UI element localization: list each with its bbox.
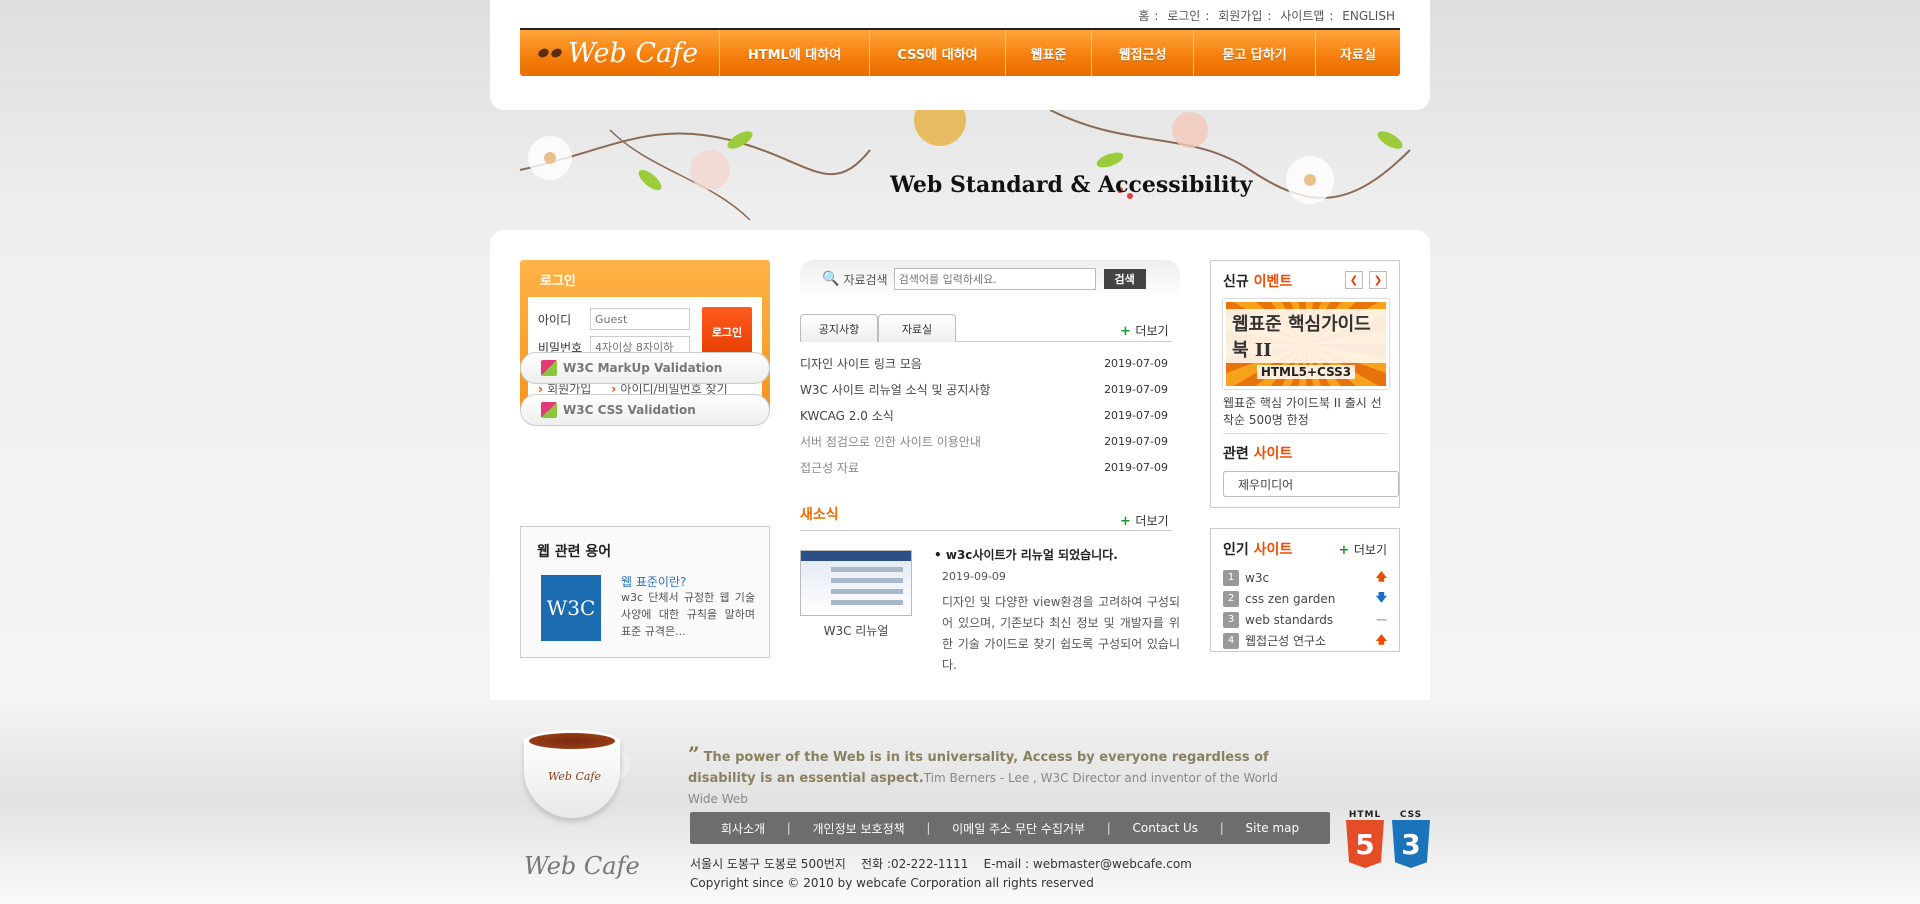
board-more-link[interactable]: 더보기 — [1120, 322, 1168, 339]
header: 홈: 로그인: 회원가입: 사이트맵: ENGLISH Web Cafe HTM… — [490, 0, 1430, 110]
util-home-link[interactable]: 홈 — [1138, 9, 1149, 23]
site-logo[interactable]: Web Cafe — [520, 30, 720, 76]
terms-item-title[interactable]: 웹 표준이란? — [621, 573, 686, 590]
nav-item-html[interactable]: HTML에 대하여 — [720, 30, 870, 76]
board-tabs: 공지사항 자료실 — [800, 314, 1172, 342]
footer-nav: 회사소개 | 개인정보 보호정책 | 이메일 주소 무단 수집거부 | Contact… — [690, 812, 1330, 844]
visual-banner: Web Standard & Accessibility — [490, 110, 1430, 230]
prev-arrow-icon[interactable]: ❮ — [1345, 271, 1363, 289]
tab-archive[interactable]: 자료실 — [878, 314, 956, 342]
main-nav: Web Cafe HTML에 대하여 CSS에 대하여 웹표준 웹접근성 묻고 … — [520, 28, 1400, 76]
util-english-link[interactable]: ENGLISH — [1342, 9, 1395, 23]
terms-item-desc: w3c 단체서 규정한 웹 기술 사양에 대한 규칙을 말하며 표준 규격은..… — [621, 591, 755, 638]
popular-more-link[interactable]: 더보기 — [1338, 541, 1387, 558]
divider — [800, 530, 1172, 531]
w3c-markup-validation-button[interactable]: W3C MarkUp Validation — [520, 352, 770, 384]
trend-up-icon: 🡅 — [1375, 633, 1387, 646]
id-label: 아이디 — [538, 312, 572, 327]
nav-item-web-standard[interactable]: 웹표준 — [1006, 30, 1092, 76]
util-join-link[interactable]: 회원가입 — [1218, 9, 1262, 23]
news-headline[interactable]: w3c사이트가 리뉴얼 되었습니다. — [934, 546, 1118, 563]
footer-logo[interactable]: Web Cafe — [524, 852, 640, 880]
coffee-bean-icon — [549, 47, 564, 59]
list-item[interactable]: W3C 사이트 리뉴얼 소식 및 공지사항 2019-07-09 — [800, 376, 1168, 402]
news-date: 2019-09-09 — [942, 570, 1006, 583]
search-icon: 🔍 — [822, 271, 840, 287]
divider — [1223, 433, 1387, 434]
coffee-cup-image: Web Cafe — [524, 730, 630, 820]
footer-link-contact[interactable]: Contact Us — [1133, 821, 1199, 835]
news-desc: 디자인 및 다양한 view환경을 고려하여 구성되어 있으며, 기존보다 최신… — [942, 595, 1180, 672]
list-item[interactable]: 3 web standards — — [1223, 609, 1387, 630]
list-item[interactable]: 디자인 사이트 링크 모음 2019-07-09 — [800, 350, 1168, 376]
cube-icon — [541, 360, 557, 376]
footer-link-privacy[interactable]: 개인정보 보호정책 — [813, 820, 905, 837]
nav-item-css[interactable]: CSS에 대하여 — [870, 30, 1006, 76]
nav-item-qna[interactable]: 묻고 답하기 — [1194, 30, 1316, 76]
search-bar: 🔍 자료검색 검색 — [800, 260, 1180, 298]
list-item[interactable]: 2 css zen garden 🡇 — [1223, 588, 1387, 609]
terms-title: 웹 관련 용어 — [537, 544, 612, 560]
popular-sites-box: 인기 사이트 더보기 1w3c🡅 2css zen garden🡇 3web s… — [1210, 528, 1400, 652]
login-box: 로그인 아이디 비밀번호 로그인 회원가입 아이디/비밀번호 찾기 — [520, 260, 770, 412]
list-item[interactable]: 4 웹접근성 연구소 🡅 — [1223, 630, 1387, 651]
floral-decoration — [519, 110, 1411, 221]
news-more-link[interactable]: 더보기 — [1120, 512, 1168, 529]
search-input[interactable] — [893, 268, 1096, 290]
util-sitemap-link[interactable]: 사이트맵 — [1280, 9, 1324, 23]
web-terms-box: 웹 관련 용어 W3C 웹 표준이란? w3c 단체서 규정한 웹 기술 사양에… — [520, 526, 770, 658]
login-title: 로그인 — [540, 274, 576, 289]
search-button[interactable]: 검색 — [1103, 269, 1146, 289]
nav-item-archive[interactable]: 자료실 — [1316, 30, 1400, 76]
footer-link-sitemap[interactable]: Site map — [1246, 821, 1300, 835]
trend-same-icon: — — [1376, 613, 1387, 626]
nav-item-accessibility[interactable]: 웹접근성 — [1092, 30, 1194, 76]
list-item[interactable]: 서버 점검으로 인한 사이트 이용안내 2019-07-09 — [800, 428, 1168, 454]
coffee-bean-icon — [536, 47, 551, 59]
login-form: 아이디 비밀번호 로그인 회원가입 아이디/비밀번호 찾기 — [528, 297, 762, 405]
notice-list: 디자인 사이트 링크 모음 2019-07-09 W3C 사이트 리뉴얼 소식 및… — [800, 350, 1168, 480]
visual-title: Web Standard & Accessibility — [890, 172, 1253, 198]
w3c-css-validation-button[interactable]: W3C CSS Validation — [520, 394, 770, 426]
next-arrow-icon[interactable]: ❯ — [1369, 271, 1387, 289]
footer-address: 서울시 도봉구 도봉로 500번지 전화 :02-222-1111 E-mail… — [690, 857, 1192, 890]
quote: ” The power of the Web is in its univers… — [688, 742, 1278, 806]
content-area: 로그인 아이디 비밀번호 로그인 회원가입 아이디/비밀번호 찾기 W3C Ma… — [490, 230, 1430, 700]
util-login-link[interactable]: 로그인 — [1167, 9, 1200, 23]
css3-badge: CSS 3 — [1392, 810, 1430, 868]
news-title: 새소식 — [800, 507, 839, 523]
event-caption[interactable]: 웹표준 핵심 가이드북 II 출시 선착순 500명 한정 — [1223, 395, 1389, 429]
related-sites-title: 관련 사이트 — [1223, 446, 1293, 462]
trend-up-icon: 🡅 — [1375, 570, 1387, 583]
list-item[interactable]: 1 w3c 🡅 — [1223, 567, 1387, 588]
news-thumb-caption[interactable]: W3C 리뉴얼 — [800, 622, 912, 639]
related-sites-select[interactable]: 제우미디어 — [1223, 471, 1399, 497]
list-item[interactable]: KWCAG 2.0 소식 2019-07-09 — [800, 402, 1168, 428]
event-book-image[interactable]: 웹표준 핵심가이드북 II HTML5+CSS3 — [1223, 299, 1389, 389]
login-button[interactable]: 로그인 — [702, 307, 752, 357]
id-input[interactable] — [590, 308, 690, 330]
footer-link-email-policy[interactable]: 이메일 주소 무단 수집거부 — [952, 820, 1085, 837]
footer-link-company[interactable]: 회사소개 — [721, 820, 765, 837]
list-item[interactable]: 접근성 자료 2019-07-09 — [800, 454, 1168, 480]
search-label: 자료검색 — [843, 272, 888, 287]
event-box: 신규 이벤트 ❮ ❯ 웹표준 핵심가이드북 II HTML5+CSS3 웹표준 … — [1210, 260, 1400, 508]
cube-icon — [541, 402, 557, 418]
utility-links: 홈: 로그인: 회원가입: 사이트맵: ENGLISH — [1138, 9, 1395, 23]
html5-badge: HTML 5 — [1346, 810, 1384, 868]
tab-notice[interactable]: 공지사항 — [800, 314, 878, 342]
trend-down-icon: 🡇 — [1375, 591, 1387, 604]
standard-badges: HTML 5 CSS 3 — [1346, 810, 1430, 868]
w3c-logo: W3C — [541, 575, 601, 641]
news-thumbnail[interactable] — [800, 550, 912, 616]
